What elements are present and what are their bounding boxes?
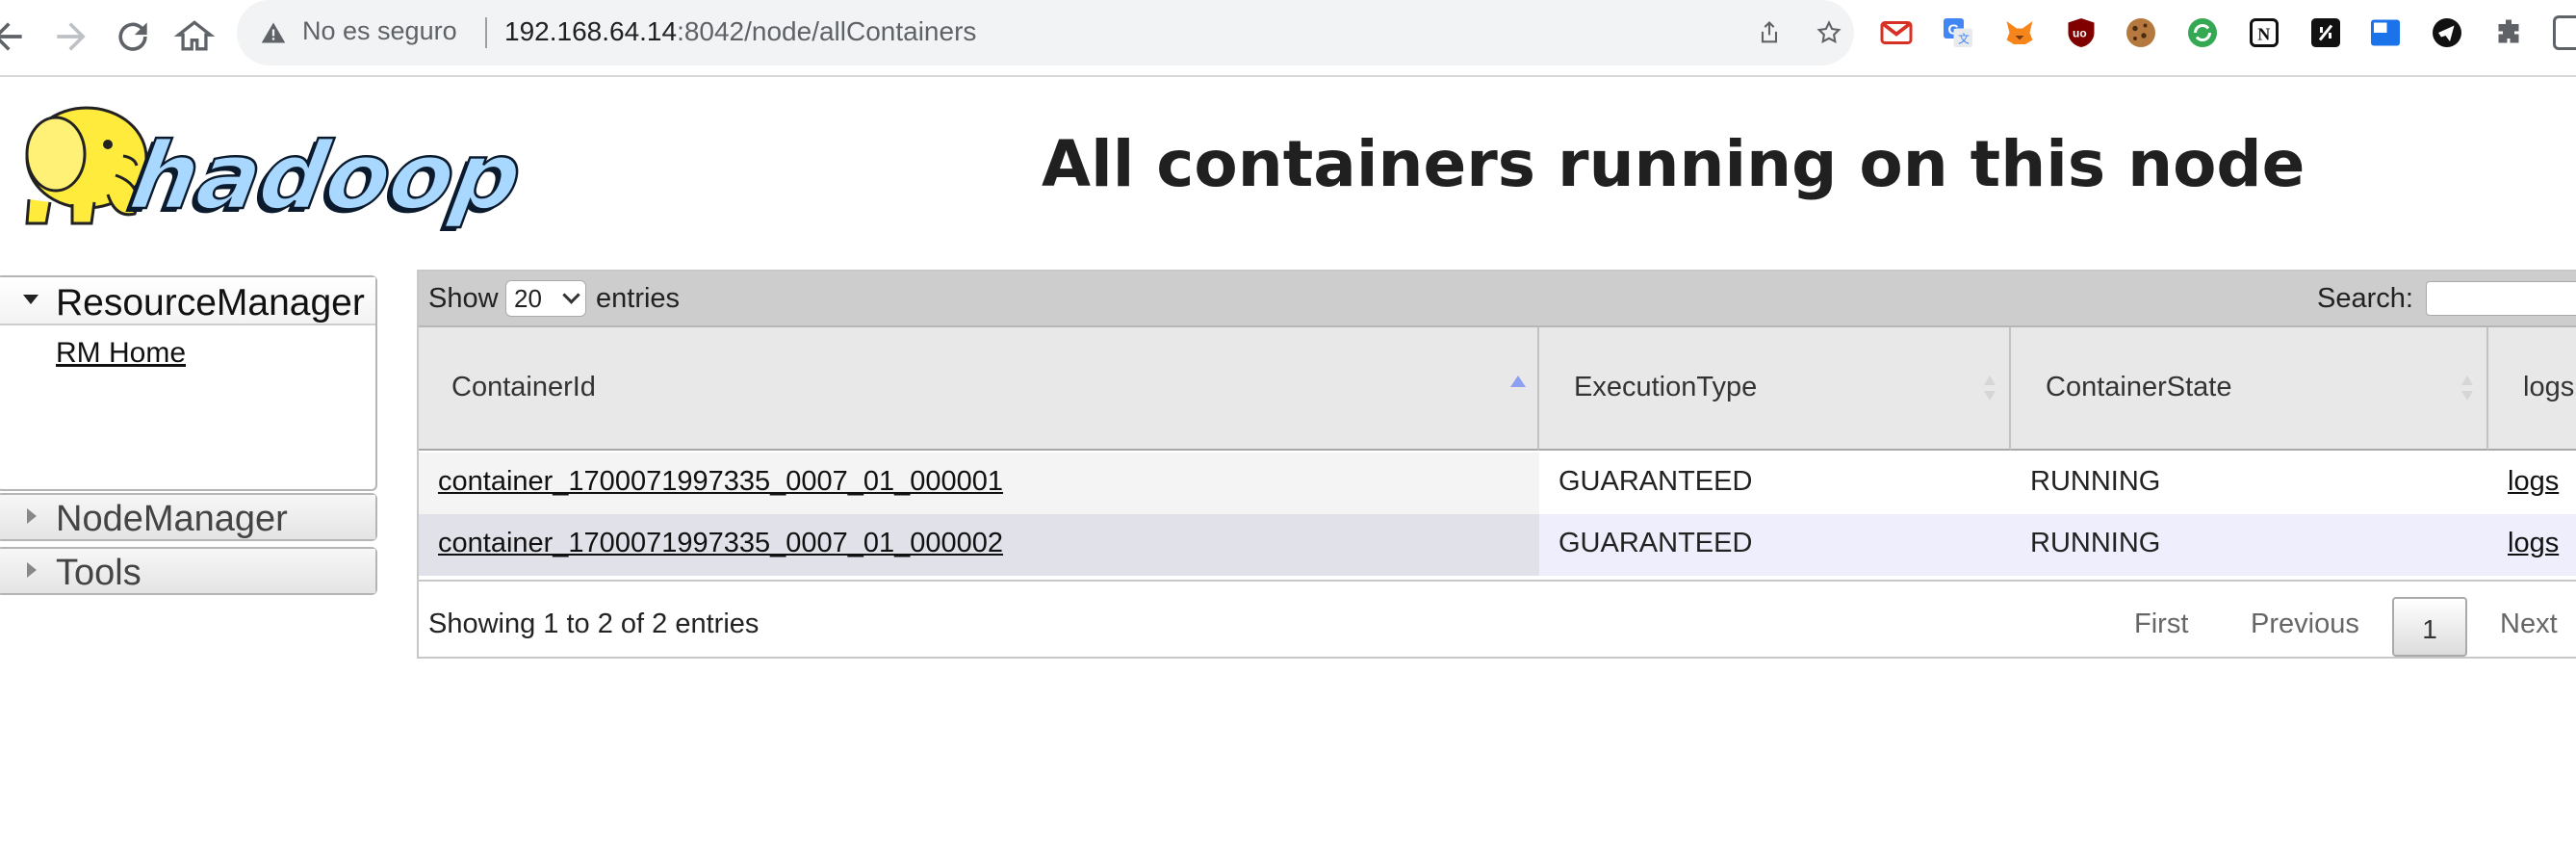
column-header-logs[interactable]: logs [2488,327,2576,451]
ublock-icon[interactable]: uo [2064,15,2099,50]
logs-link[interactable]: logs [2508,528,2559,558]
pagination-next[interactable]: Next [2500,609,2558,640]
translate-icon[interactable]: G文 [1941,15,1975,50]
show-label: Show [428,283,499,314]
profile-icon[interactable] [2553,15,2576,50]
expanded-triangle-icon [23,295,39,304]
back-icon[interactable] [0,15,29,58]
container-state-cell: RUNNING [2011,453,2488,514]
svg-text:文: 文 [1958,32,1970,46]
pagination-page-1[interactable]: 1 [2392,597,2467,657]
sidebar-resourcemanager-panel: ResourceManager RM Home [0,275,377,491]
sidebar-section-tools[interactable]: Tools [0,549,375,593]
svg-text:uo: uo [2073,27,2087,40]
notion-icon[interactable]: N [2247,15,2281,50]
gmail-icon[interactable] [1879,15,1914,50]
pagination-previous[interactable]: Previous [2251,609,2359,640]
chevron-down-icon [562,286,580,304]
puzzle-icon[interactable] [2491,15,2526,50]
logs-cell: logs [2488,453,2576,514]
address-bar[interactable]: No es seguro 192.168.64.14:8042/node/all… [237,0,1854,65]
sort-ascending-icon [1510,376,1526,387]
pagination-first[interactable]: First [2134,609,2188,640]
search-input[interactable] [2426,281,2576,316]
table-info: Showing 1 to 2 of 2 entries [428,609,760,639]
sync-icon[interactable] [2185,15,2220,50]
sidebar-link-rm-home[interactable]: RM Home [56,337,186,370]
table-toolbar: Show 20 entries Search: [419,272,2576,327]
sidebar-section-resourcemanager[interactable]: ResourceManager [0,277,375,325]
collapsed-triangle-icon [27,508,37,524]
container-id-cell: container_1700071997335_0007_01_000002 [419,514,1539,576]
page-title: All containers running on this node [1042,127,2306,201]
sidebar-nodemanager-panel: NodeManager [0,493,377,541]
hadoop-logo: hadoop hadoop [0,89,578,234]
cookie-icon[interactable] [2124,15,2158,50]
security-label[interactable]: No es seguro [302,16,457,46]
share-icon[interactable] [1756,19,1783,46]
sidebar-tools-panel: Tools [0,547,377,595]
execution-type-cell: GUARANTEED [1539,514,2011,576]
terminal-icon[interactable] [2308,15,2343,50]
column-header-containerstate[interactable]: ContainerState [2011,327,2488,451]
sort-icon [1984,376,1996,402]
collapsed-triangle-icon [27,562,37,578]
container-id-link[interactable]: container_1700071997335_0007_01_000002 [438,528,1003,558]
svg-text:hadoop: hadoop [123,122,529,230]
sidebar-section-nodemanager[interactable]: NodeManager [0,495,375,539]
table-footer: Showing 1 to 2 of 2 entries First Previo… [419,580,2576,661]
browser-toolbar: No es seguro 192.168.64.14:8042/node/all… [0,0,2576,77]
reload-icon[interactable] [112,15,154,58]
table-row: container_1700071997335_0007_01_000002 G… [419,514,2576,576]
metamask-icon[interactable] [2002,15,2037,50]
container-id-cell: container_1700071997335_0007_01_000001 [419,453,1539,514]
search-label: Search: [2317,283,2413,314]
sort-icon [2461,376,2473,402]
logs-cell: logs [2488,514,2576,576]
bookmark-star-icon[interactable] [1816,19,1842,46]
column-header-containerid[interactable]: ContainerId [419,327,1539,451]
table-row: container_1700071997335_0007_01_000001 G… [419,453,2576,514]
screen-icon[interactable] [2368,15,2403,50]
home-icon[interactable] [173,15,216,58]
telegram-icon[interactable] [2430,15,2464,50]
entries-label: entries [596,283,681,314]
forward-icon[interactable] [50,15,92,58]
omnibox-divider [485,17,487,48]
containers-table: Show 20 entries Search: ContainerId Exec… [417,270,2576,659]
container-state-cell: RUNNING [2011,514,2488,576]
logs-link[interactable]: logs [2508,466,2559,497]
entries-per-page-select[interactable]: 20 [505,280,586,317]
execution-type-cell: GUARANTEED [1539,453,2011,514]
column-header-executiontype[interactable]: ExecutionType [1539,327,2011,451]
warning-icon[interactable] [260,19,287,46]
url-text[interactable]: 192.168.64.14:8042/node/allContainers [504,16,976,47]
container-id-link[interactable]: container_1700071997335_0007_01_000001 [438,466,1003,497]
svg-text:N: N [2257,25,2270,44]
